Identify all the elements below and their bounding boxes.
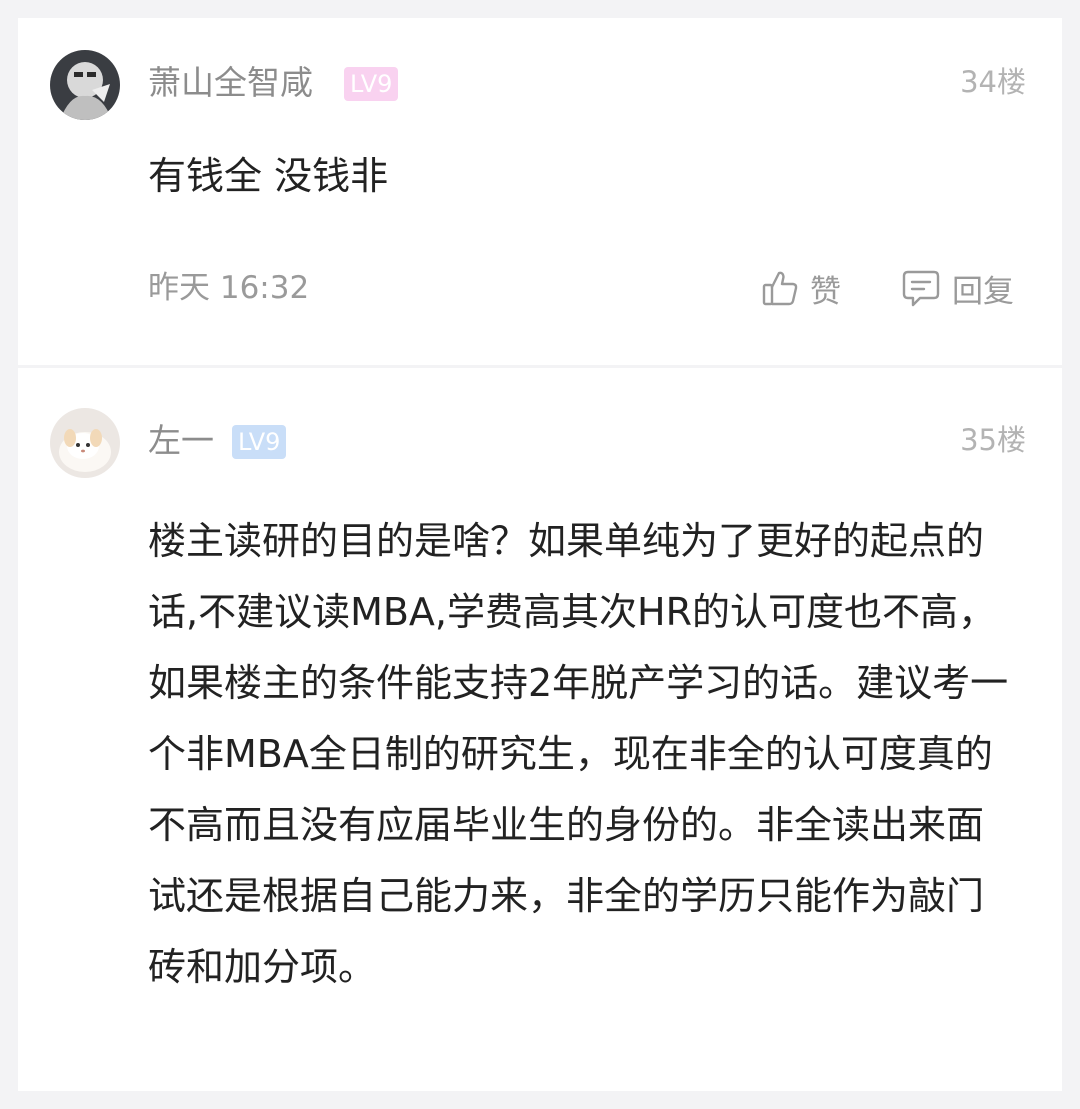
- thumbs-up-icon: [760, 268, 800, 308]
- reply-button[interactable]: 回复: [900, 264, 1014, 312]
- like-button[interactable]: 赞: [760, 264, 841, 312]
- timestamp: 昨天 16:32: [148, 270, 310, 306]
- reply-label: 回复: [952, 273, 1014, 310]
- avatar[interactable]: [50, 408, 120, 478]
- username[interactable]: 左一: [148, 421, 214, 461]
- floor-number: 35楼: [960, 423, 1026, 457]
- comment-bubble-icon: [900, 267, 942, 309]
- like-label: 赞: [810, 273, 841, 310]
- level-badge: LV9: [344, 67, 399, 101]
- comment-text: 有钱全 没钱非: [148, 154, 389, 198]
- comment-text: 楼主读研的目的是啥？如果单纯为了更好的起点的话,不建议读MBA,学费高其次HR的…: [148, 519, 1009, 989]
- floor-number: 34楼: [960, 65, 1026, 99]
- comment-card-35: 左一 LV9 35楼 楼主读研的目的是啥？如果单纯为了更好的起点的话,不建议读M…: [18, 368, 1062, 1091]
- comment-card-34: 萧山全智咸 LV9 34楼 有钱全 没钱非 昨天 16:32 赞 回复: [18, 18, 1062, 365]
- avatar[interactable]: [50, 50, 120, 120]
- level-badge: LV9: [232, 425, 287, 459]
- username[interactable]: 萧山全智咸: [148, 63, 313, 103]
